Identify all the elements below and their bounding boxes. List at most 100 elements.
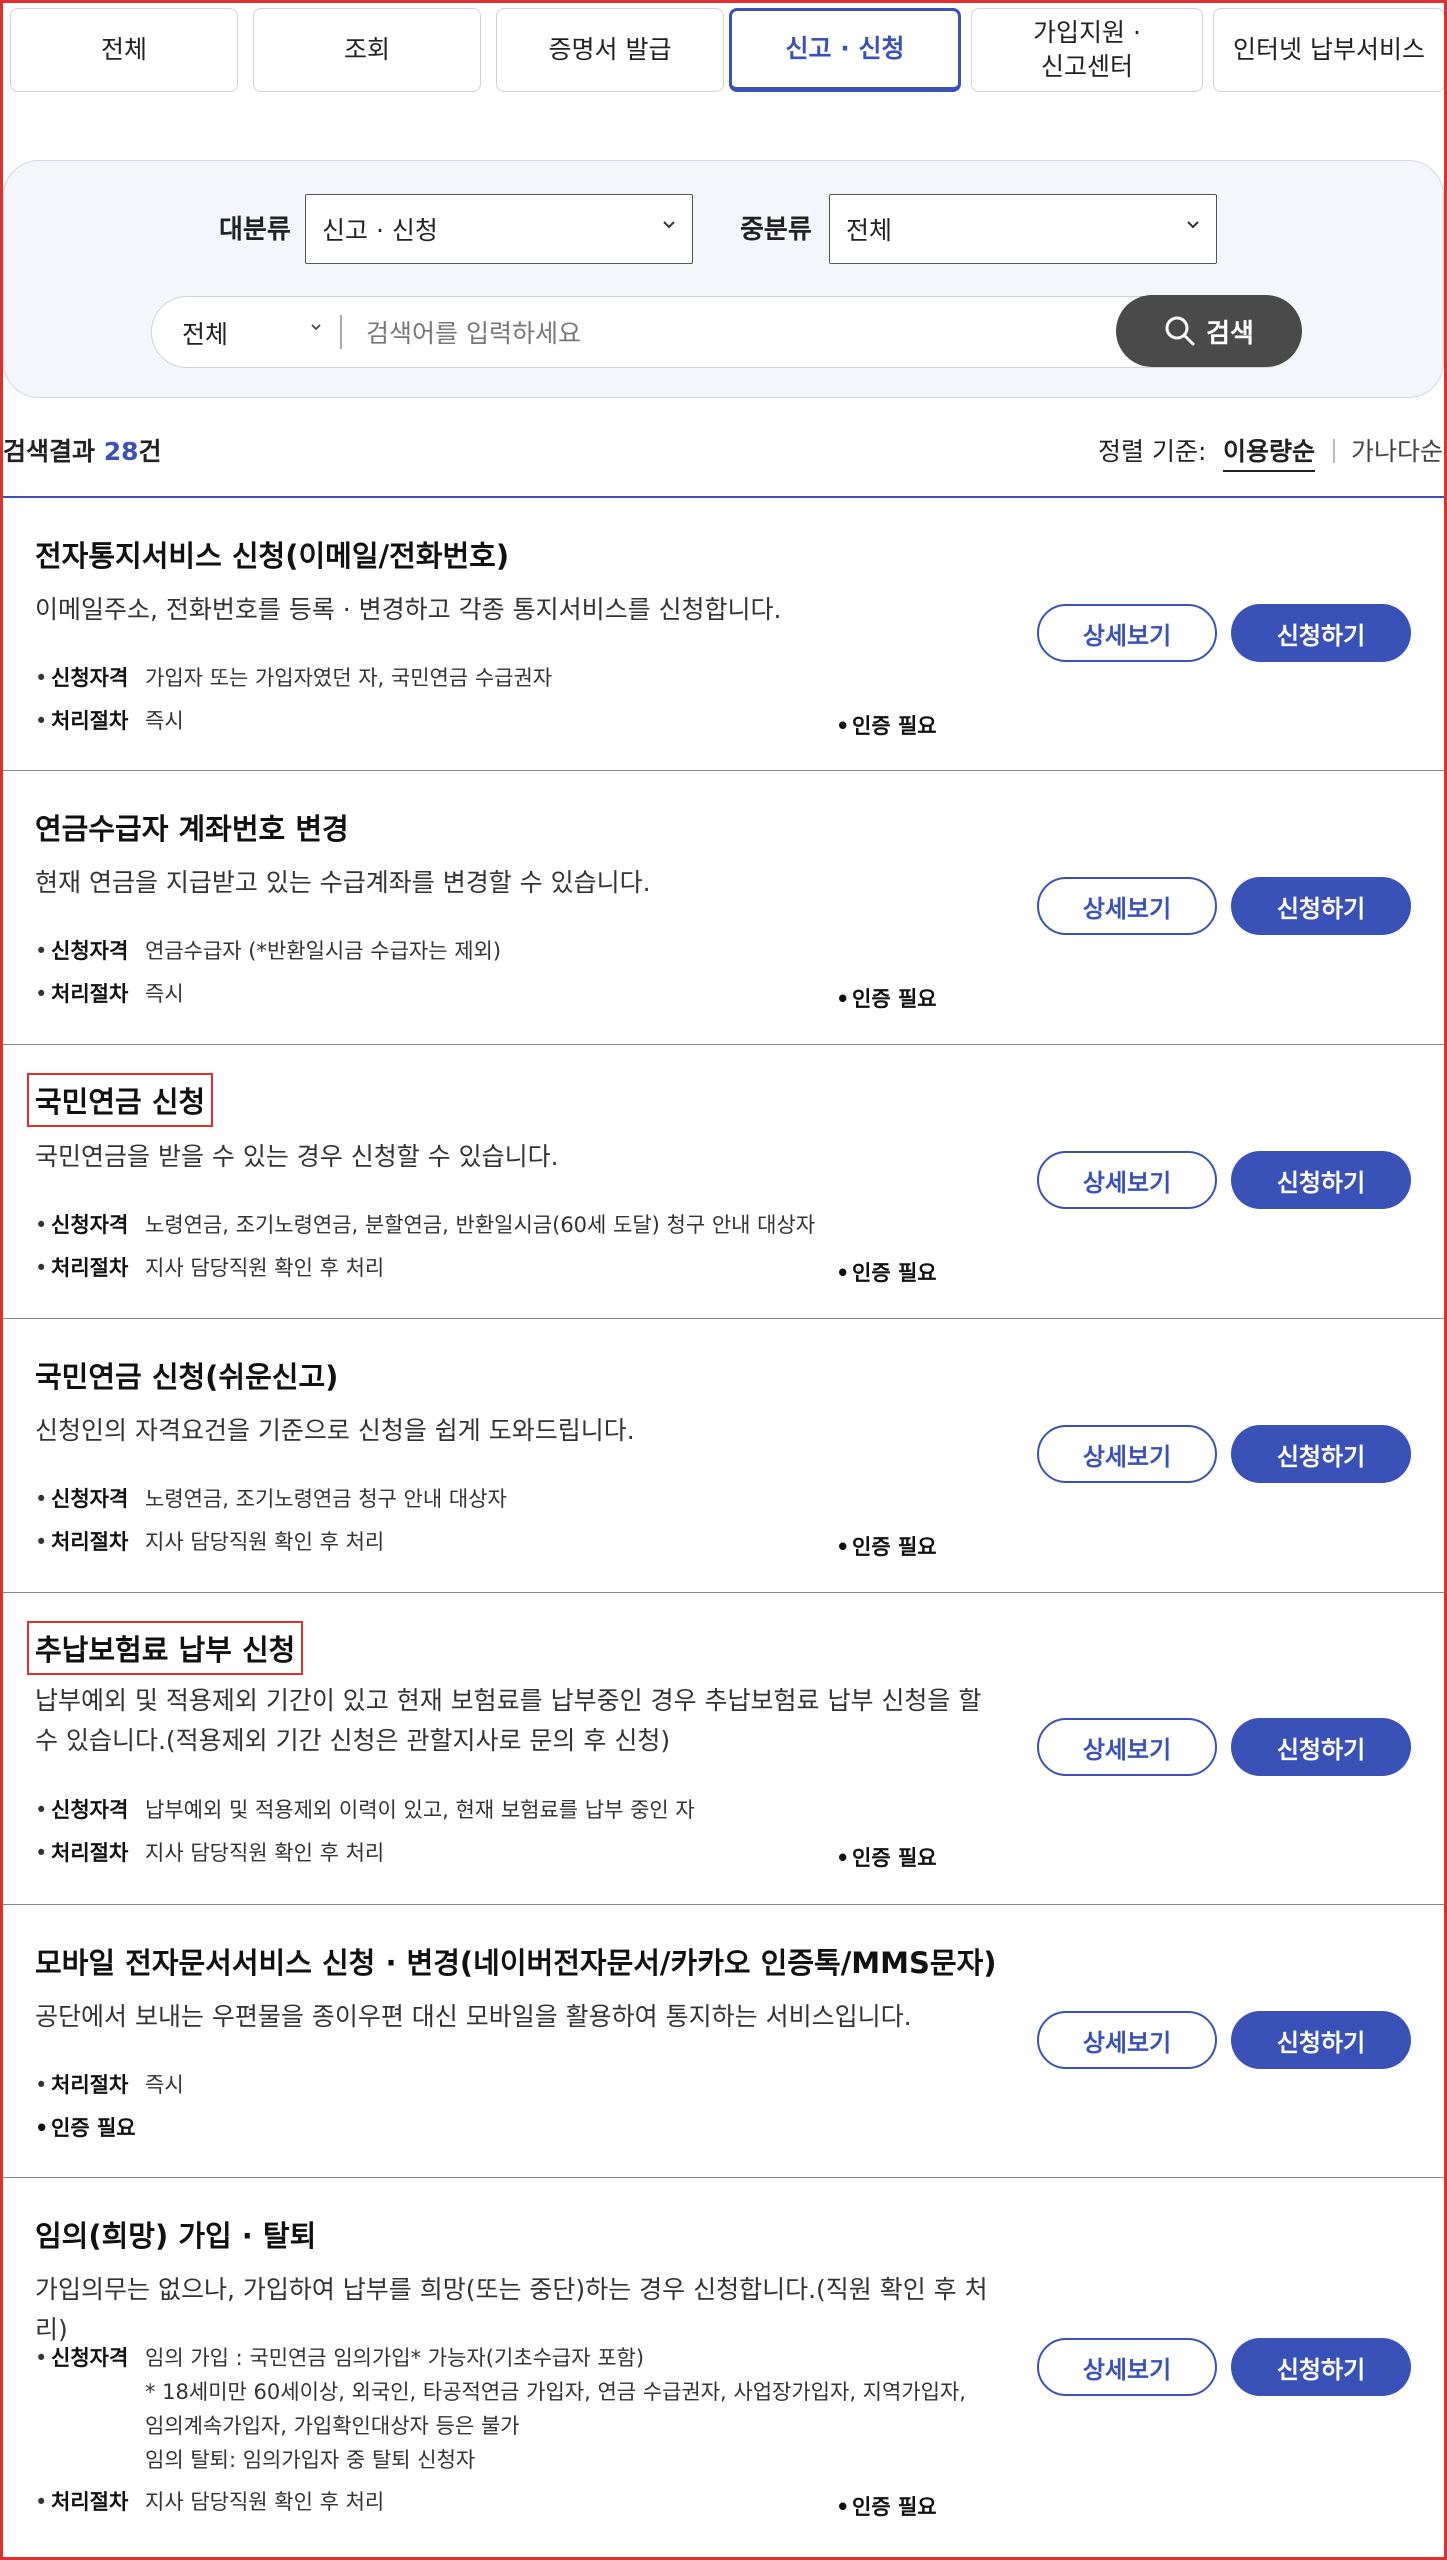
eligibility-label: 신청자격 (51, 1798, 129, 1822)
list-item: 임의(희망) 가입 · 탈퇴 가입의무는 없으나, 가입하여 납부를 희망(또는… (3, 2178, 1444, 2556)
sort-by-usage[interactable]: 이용량순 (1223, 432, 1316, 472)
major-category-label: 대분류 (219, 215, 291, 245)
chevron-down-icon (311, 324, 321, 331)
item-title: 모바일 전자문서서비스 신청 · 변경(네이버전자문서/카카오 인증톡/MMS문… (35, 1946, 997, 1980)
detail-button[interactable]: 상세보기 (1037, 1425, 1217, 1483)
item-description: 현재 연금을 지급받고 있는 수급계좌를 변경할 수 있습니다. (35, 868, 651, 897)
chevron-down-icon (1187, 221, 1199, 229)
detail-button[interactable]: 상세보기 (1037, 2338, 1217, 2396)
detail-button[interactable]: 상세보기 (1037, 1151, 1217, 1209)
sort-label: 정렬 기준: (1098, 437, 1207, 466)
item-description: 공단에서 보내는 우편물을 종이우편 대신 모바일을 활용하여 통지하는 서비스… (35, 2002, 912, 2031)
list-item: 모바일 전자문서서비스 신청 · 변경(네이버전자문서/카카오 인증톡/MMS문… (3, 1905, 1444, 2178)
search-bar: 전체 검색 (151, 295, 1302, 368)
result-summary: 검색결과 28건 (3, 432, 162, 468)
auth-required: • 인증 필요 (836, 1846, 937, 1870)
list-item: 추납보험료 납부 신청 납부예외 및 적용제외 기간이 있고 현재 보험료를 납… (3, 1593, 1444, 1905)
procedure-label: 처리절차 (51, 2490, 129, 2514)
procedure-value: 즉시 (145, 982, 184, 1006)
result-count: 28 (103, 437, 139, 466)
procedure-label: 처리절차 (51, 2073, 129, 2097)
apply-button[interactable]: 신청하기 (1231, 1718, 1411, 1776)
apply-button[interactable]: 신청하기 (1231, 2338, 1411, 2396)
item-procedure: • 처리절차 즉시 (35, 2068, 184, 2102)
item-eligibility: • 신청자격 연금수급자 (*반환일시금 수급자는 제외) (35, 934, 501, 968)
item-procedure: • 처리절차 지사 담당직원 확인 후 처리 (35, 1525, 384, 1559)
list-item: 전자통지서비스 신청(이메일/전화번호) 이메일주소, 전화번호를 등록 · 변… (3, 498, 1444, 771)
search-scope-select[interactable]: 전체 (182, 315, 228, 351)
item-procedure: • 처리절차 즉시 (35, 704, 184, 738)
eligibility-label: 신청자격 (51, 939, 129, 963)
item-description: 가입의무는 없으나, 가입하여 납부를 희망(또는 중단)하는 경우 신청합니다… (35, 2275, 988, 2344)
chevron-down-icon (663, 221, 675, 229)
procedure-label: 처리절차 (51, 982, 129, 1006)
apply-button[interactable]: 신청하기 (1231, 877, 1411, 935)
eligibility-label: 신청자격 (51, 1487, 129, 1511)
procedure-value: 지사 담당직원 확인 후 처리 (145, 1841, 385, 1865)
item-eligibility: • 신청자격 노령연금, 조기노령연금 청구 안내 대상자 (35, 1482, 507, 1516)
detail-button[interactable]: 상세보기 (1037, 877, 1217, 935)
result-suffix: 건 (138, 437, 162, 466)
item-title: 국민연금 신청(쉬운신고) (35, 1360, 339, 1394)
eligibility-value: 가입자 또는 가입자였던 자, 국민연금 수급권자 (145, 666, 553, 690)
apply-button[interactable]: 신청하기 (1231, 1151, 1411, 1209)
auth-required: • 인증 필요 (836, 987, 937, 1011)
list-item: 연금수급자 계좌번호 변경 현재 연금을 지급받고 있는 수급계좌를 변경할 수… (3, 771, 1444, 1045)
eligibility-value: 연금수급자 (*반환일시금 수급자는 제외) (145, 939, 502, 963)
apply-button[interactable]: 신청하기 (1231, 1425, 1411, 1483)
search-input[interactable] (364, 309, 1068, 357)
tab-support-center[interactable]: 가입지원 · 신고센터 (971, 8, 1203, 92)
eligibility-value: 납부예외 및 적용제외 이력이 있고, 현재 보험료를 납부 중인 자 (145, 1798, 695, 1822)
eligibility-value: 임의 가입 : 국민연금 임의가입* 가능자(기초수급자 포함) * 18세미만… (145, 2346, 966, 2472)
detail-button[interactable]: 상세보기 (1037, 2011, 1217, 2069)
procedure-label: 처리절차 (51, 1841, 129, 1865)
procedure-value: 지사 담당직원 확인 후 처리 (145, 1256, 385, 1280)
minor-category-label: 중분류 (740, 215, 812, 245)
tab-all[interactable]: 전체 (10, 8, 238, 92)
apply-button[interactable]: 신청하기 (1231, 604, 1411, 662)
item-title: 임의(희망) 가입 · 탈퇴 (35, 2219, 317, 2253)
item-eligibility: • 신청자격 노령연금, 조기노령연금, 분할연금, 반환일시금(60세 도달) 청… (35, 1208, 815, 1242)
list-item: 국민연금 신청(쉬운신고) 신청인의 자격요건을 기준으로 신청을 쉽게 도와드… (3, 1319, 1444, 1593)
tab-internet-payment[interactable]: 인터넷 납부서비스 (1213, 8, 1445, 92)
item-title: 연금수급자 계좌번호 변경 (35, 812, 349, 846)
procedure-label: 처리절차 (51, 709, 129, 733)
list-item: 국민연금 신청 국민연금을 받을 수 있는 경우 신청할 수 있습니다. • 신청… (3, 1045, 1444, 1319)
apply-button[interactable]: 신청하기 (1231, 2011, 1411, 2069)
item-procedure: • 처리절차 지사 담당직원 확인 후 처리 (35, 1836, 384, 1870)
item-eligibility: • 신청자격 납부예외 및 적용제외 이력이 있고, 현재 보험료를 납부 중인 자 (35, 1793, 695, 1827)
procedure-value: 지사 담당직원 확인 후 처리 (145, 2490, 385, 2514)
eligibility-label: 신청자격 (51, 1213, 129, 1237)
procedure-value: 즉시 (145, 709, 184, 733)
item-procedure: • 처리절차 지사 담당직원 확인 후 처리 (35, 1251, 384, 1285)
item-title: 국민연금 신청 (26, 1073, 214, 1127)
result-prefix: 검색결과 (3, 437, 96, 466)
minor-category-value: 전체 (846, 216, 893, 245)
detail-button[interactable]: 상세보기 (1037, 604, 1217, 662)
search-panel: 대분류 신고 · 신청 중분류 전체 전체 검색 (3, 160, 1444, 398)
item-title: 추납보험료 납부 신청 (26, 1621, 304, 1675)
minor-category-select[interactable]: 전체 (829, 194, 1217, 264)
item-procedure: • 처리절차 지사 담당직원 확인 후 처리 (35, 2485, 384, 2519)
sort-by-alphabetical[interactable]: 가나다순 (1351, 432, 1443, 468)
auth-required: • 인증 필요 (836, 1261, 937, 1285)
procedure-value: 지사 담당직원 확인 후 처리 (145, 1530, 385, 1554)
search-button[interactable]: 검색 (1116, 295, 1302, 367)
item-description: 국민연금을 받을 수 있는 경우 신청할 수 있습니다. (35, 1142, 559, 1171)
tab-inquiry[interactable]: 조회 (253, 8, 481, 92)
search-button-label: 검색 (1206, 318, 1254, 349)
tab-certificate[interactable]: 증명서 발급 (496, 8, 724, 92)
eligibility-value: 노령연금, 조기노령연금, 분할연금, 반환일시금(60세 도달) 청구 안내 … (145, 1213, 816, 1237)
auth-required: • 인증 필요 (836, 2495, 937, 2519)
auth-required: • 인증 필요 (836, 1535, 937, 1559)
major-category-value: 신고 · 신청 (322, 216, 438, 245)
procedure-label: 처리절차 (51, 1256, 129, 1280)
tab-report-apply[interactable]: 신고 · 신청 (729, 8, 961, 92)
auth-required: • 인증 필요 (836, 714, 937, 738)
item-eligibility: • 신청자격 임의 가입 : 국민연금 임의가입* 가능자(기초수급자 포함) * … (35, 2341, 966, 2477)
detail-button[interactable]: 상세보기 (1037, 1718, 1217, 1776)
auth-required: • 인증 필요 (35, 2116, 136, 2140)
major-category-select[interactable]: 신고 · 신청 (305, 194, 693, 264)
eligibility-label: 신청자격 (51, 666, 129, 690)
item-eligibility: • 신청자격 가입자 또는 가입자였던 자, 국민연금 수급권자 (35, 661, 552, 695)
